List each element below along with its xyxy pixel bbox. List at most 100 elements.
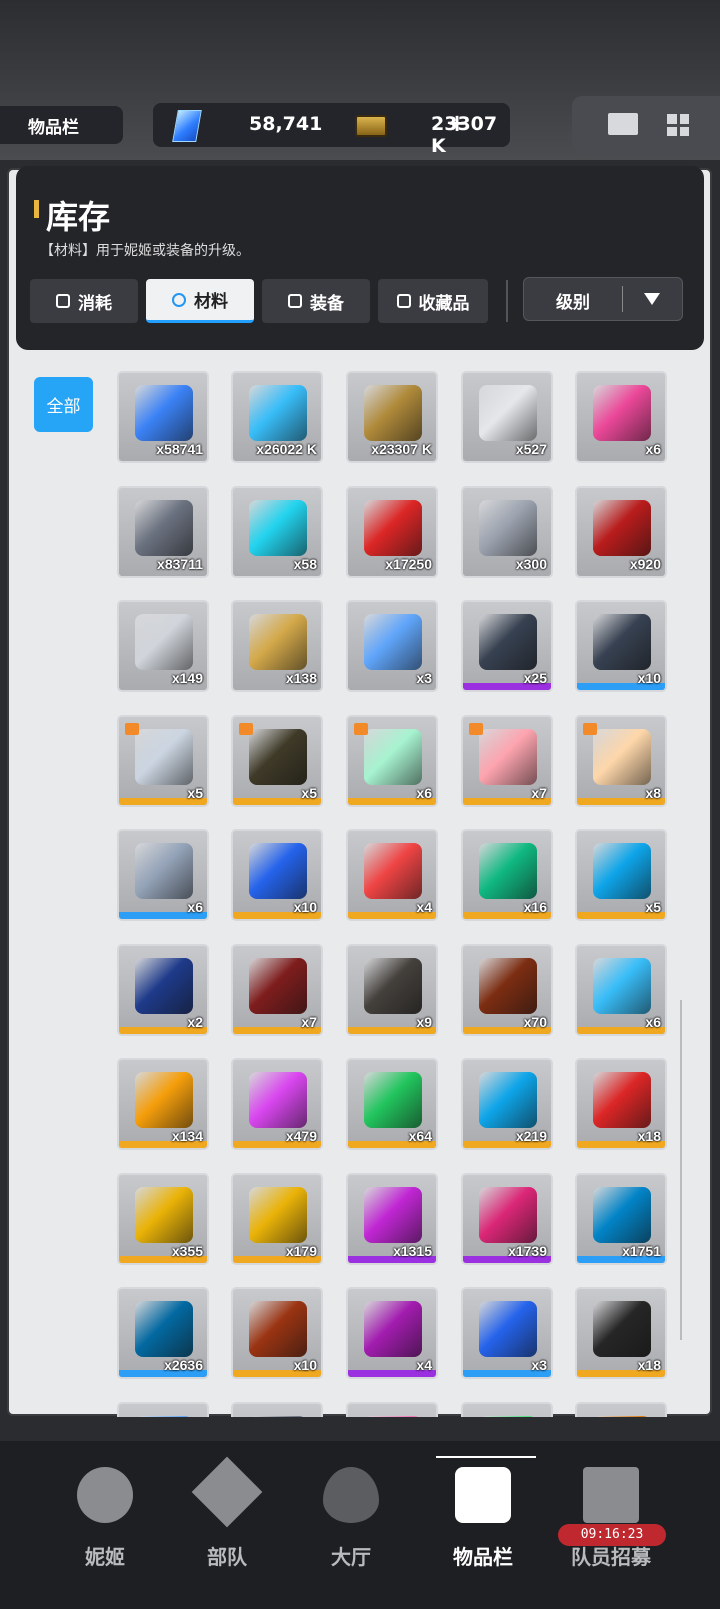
inventory-item[interactable]: x83711 <box>117 486 209 578</box>
inventory-item[interactable]: x6 <box>346 715 438 807</box>
nav-recruit[interactable]: 队员招募 <box>556 1441 666 1571</box>
inventory-item[interactable]: x26022 K <box>231 371 323 463</box>
inventory-item[interactable]: x479 <box>231 1058 323 1150</box>
inventory-item[interactable]: x58741 <box>117 371 209 463</box>
item-icon <box>479 1187 537 1243</box>
gift-icon <box>125 723 139 735</box>
collectibles-icon <box>396 294 411 308</box>
filter-all-label: 全部 <box>46 397 81 417</box>
item-count: x23307 K <box>371 441 432 457</box>
inventory-item[interactable]: x2636 <box>117 1287 209 1379</box>
item-count: x1739 <box>508 1243 547 1259</box>
item-count: x64 <box>408 1128 432 1144</box>
tab-materials-label: 材料 <box>194 292 228 312</box>
inventory-item[interactable]: x1739 <box>461 1173 553 1265</box>
recruit-timer: 09:16:23 <box>558 1524 666 1546</box>
tab-collectibles[interactable]: 收藏品 <box>378 279 488 323</box>
inventory-item[interactable]: x5 <box>575 829 667 921</box>
inventory-item[interactable] <box>117 1402 209 1417</box>
credit-icon <box>355 115 387 137</box>
page-title: 库存 <box>46 198 111 236</box>
inventory-item[interactable] <box>575 1402 667 1417</box>
inventory-item[interactable]: x58 <box>231 486 323 578</box>
inventory-item[interactable]: x1315 <box>346 1173 438 1265</box>
inventory-item[interactable]: x4 <box>346 1287 438 1379</box>
page-label-text: 物品栏 <box>28 117 79 138</box>
inventory-item[interactable]: x64 <box>346 1058 438 1150</box>
inventory-item[interactable]: x6 <box>117 829 209 921</box>
menu-grid-icon[interactable] <box>667 114 689 136</box>
tab-equipment-label: 装备 <box>310 293 344 314</box>
item-count: x6 <box>645 1014 661 1030</box>
inventory-item[interactable]: x18 <box>575 1058 667 1150</box>
inventory-header: 库存 【材料】用于妮姬或装备的升级。 消耗 材料 装备 收藏品 级别 <box>16 166 704 350</box>
inventory-item[interactable]: x138 <box>231 600 323 692</box>
inventory-item[interactable]: x7 <box>231 944 323 1036</box>
mail-icon[interactable] <box>608 113 638 135</box>
inventory-item[interactable]: x920 <box>575 486 667 578</box>
inventory-item[interactable]: x134 <box>117 1058 209 1150</box>
item-count: x149 <box>171 670 203 686</box>
inventory-item[interactable] <box>231 1402 323 1417</box>
item-icon <box>249 958 307 1014</box>
squad-icon <box>191 1456 263 1528</box>
item-icon <box>135 1187 193 1243</box>
inventory-item[interactable]: x149 <box>117 600 209 692</box>
tab-consumables[interactable]: 消耗 <box>30 279 138 323</box>
item-count: x25 <box>523 670 547 686</box>
item-count: x300 <box>515 556 547 572</box>
inventory-item[interactable]: x300 <box>461 486 553 578</box>
scrollbar[interactable] <box>680 1000 682 1340</box>
inventory-item[interactable]: x10 <box>231 829 323 921</box>
item-count: x70 <box>523 1014 547 1030</box>
sort-dropdown[interactable]: 级别 <box>523 277 683 321</box>
inventory-item[interactable] <box>461 1402 553 1417</box>
materials-icon <box>172 292 186 307</box>
item-count: x17250 <box>385 556 432 572</box>
inventory-item[interactable]: x17250 <box>346 486 438 578</box>
chevron-down-icon <box>644 293 660 305</box>
inventory-item[interactable]: x2 <box>117 944 209 1036</box>
inventory-item[interactable]: x16 <box>461 829 553 921</box>
inventory-item[interactable]: x3 <box>461 1287 553 1379</box>
inventory-item[interactable]: x3 <box>346 600 438 692</box>
inventory-item[interactable]: x9 <box>346 944 438 1036</box>
tab-materials[interactable]: 材料 <box>146 279 254 323</box>
inventory-item[interactable]: x6 <box>575 371 667 463</box>
inventory-item[interactable]: x5 <box>231 715 323 807</box>
tab-equipment[interactable]: 装备 <box>262 279 370 323</box>
item-icon <box>249 1072 307 1128</box>
item-count: x3 <box>416 670 432 686</box>
inventory-item[interactable]: x8 <box>575 715 667 807</box>
item-icon <box>364 385 422 441</box>
nav-lobby-label: 大厅 <box>331 1545 371 1569</box>
item-icon <box>479 1416 537 1417</box>
filter-all-button[interactable]: 全部 <box>34 377 93 432</box>
sort-separator <box>622 286 623 312</box>
inventory-item[interactable]: x5 <box>117 715 209 807</box>
inventory-item[interactable]: x1751 <box>575 1173 667 1265</box>
inventory-item[interactable]: x7 <box>461 715 553 807</box>
nav-squad[interactable]: 部队 <box>172 1441 282 1571</box>
item-icon <box>135 958 193 1014</box>
inventory-item[interactable]: x10 <box>575 600 667 692</box>
gem-icon <box>172 110 202 142</box>
inventory-item[interactable]: x179 <box>231 1173 323 1265</box>
inventory-item[interactable]: x23307 K <box>346 371 438 463</box>
inventory-item[interactable] <box>346 1402 438 1417</box>
item-count: x1751 <box>622 1243 661 1259</box>
inventory-item[interactable]: x70 <box>461 944 553 1036</box>
inventory-item[interactable]: x219 <box>461 1058 553 1150</box>
inventory-item[interactable]: x527 <box>461 371 553 463</box>
nav-lobby[interactable]: 大厅 <box>296 1441 406 1571</box>
inventory-item[interactable]: x18 <box>575 1287 667 1379</box>
inventory-item[interactable]: x6 <box>575 944 667 1036</box>
item-icon <box>249 843 307 899</box>
inventory-item[interactable]: x10 <box>231 1287 323 1379</box>
nav-nikke[interactable]: 妮姬 <box>50 1441 160 1571</box>
inventory-item[interactable]: x4 <box>346 829 438 921</box>
inventory-item[interactable]: x355 <box>117 1173 209 1265</box>
inventory-item[interactable]: x25 <box>461 600 553 692</box>
item-count: x7 <box>301 1014 317 1030</box>
nav-inventory[interactable]: 物品栏 <box>428 1441 538 1571</box>
